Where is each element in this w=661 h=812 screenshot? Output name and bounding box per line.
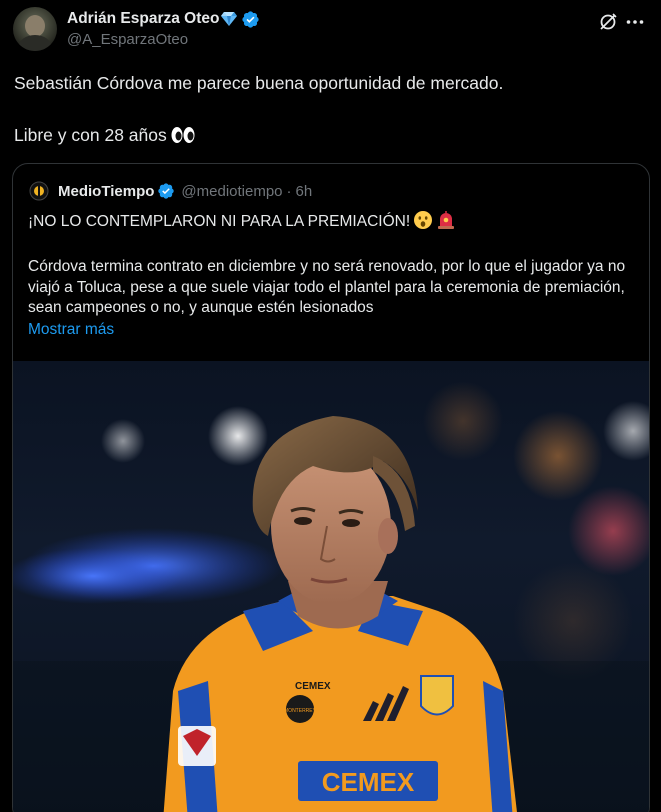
jersey-small-sponsor: CEMEX [295,681,331,692]
show-more-link[interactable]: Mostrar más [28,320,638,341]
gem-icon [220,11,238,27]
player-photo: CEMEX CEMEX MONTERREY [13,381,649,812]
jersey-sponsor-text: CEMEX [322,767,415,797]
quoted-tweet-text: ¡NO LO CONTEMPLARON NI PARA LA PREMIACIÓ… [28,210,638,340]
verified-badge-icon [241,10,260,29]
verified-badge-icon [157,182,175,200]
mediotiempo-logo-icon [28,180,50,202]
tweet-text-line2: Libre y con 28 años [14,125,167,145]
eyes-emoji-icon [170,125,196,151]
grok-icon[interactable] [597,11,619,33]
astonished-face-emoji-icon [413,210,433,237]
tweet-text: Sebastián Córdova me parece buena oportu… [14,70,644,151]
quoted-headline: ¡NO LO CONTEMPLARON NI PARA LA PREMIACIÓ… [28,213,411,230]
siren-emoji-icon [436,210,456,237]
author-display-name[interactable]: Adrián Esparza Oteo [67,10,219,28]
avatar[interactable] [13,7,57,51]
jersey-badge-text: MONTERREY [284,708,317,714]
quoted-tweet[interactable]: MedioTiempo @mediotiempo · 6h ¡NO LO CON… [12,163,650,812]
tweet-text-line1: Sebastián Córdova me parece buena oportu… [14,73,504,93]
author-handle[interactable]: @A_EsparzaOteo [67,31,260,48]
quoted-timestamp[interactable]: 6h [296,183,313,200]
quoted-body: Córdova termina contrato en diciembre y … [28,258,626,316]
tweet-author: Adrián Esparza Oteo @A_EsparzaOteo [67,8,260,48]
quoted-author-display-name[interactable]: MedioTiempo [58,183,154,200]
quoted-tweet-media-image[interactable]: CEMEX CEMEX MONTERREY [13,361,649,812]
quoted-author-handle: @mediotiempo [181,182,283,200]
separator-dot: · [286,182,292,200]
more-icon[interactable] [624,11,646,33]
tweet: Adrián Esparza Oteo @A_EsparzaOteo Sebas… [0,0,661,812]
quoted-tweet-header: MedioTiempo @mediotiempo · 6h [28,180,312,202]
